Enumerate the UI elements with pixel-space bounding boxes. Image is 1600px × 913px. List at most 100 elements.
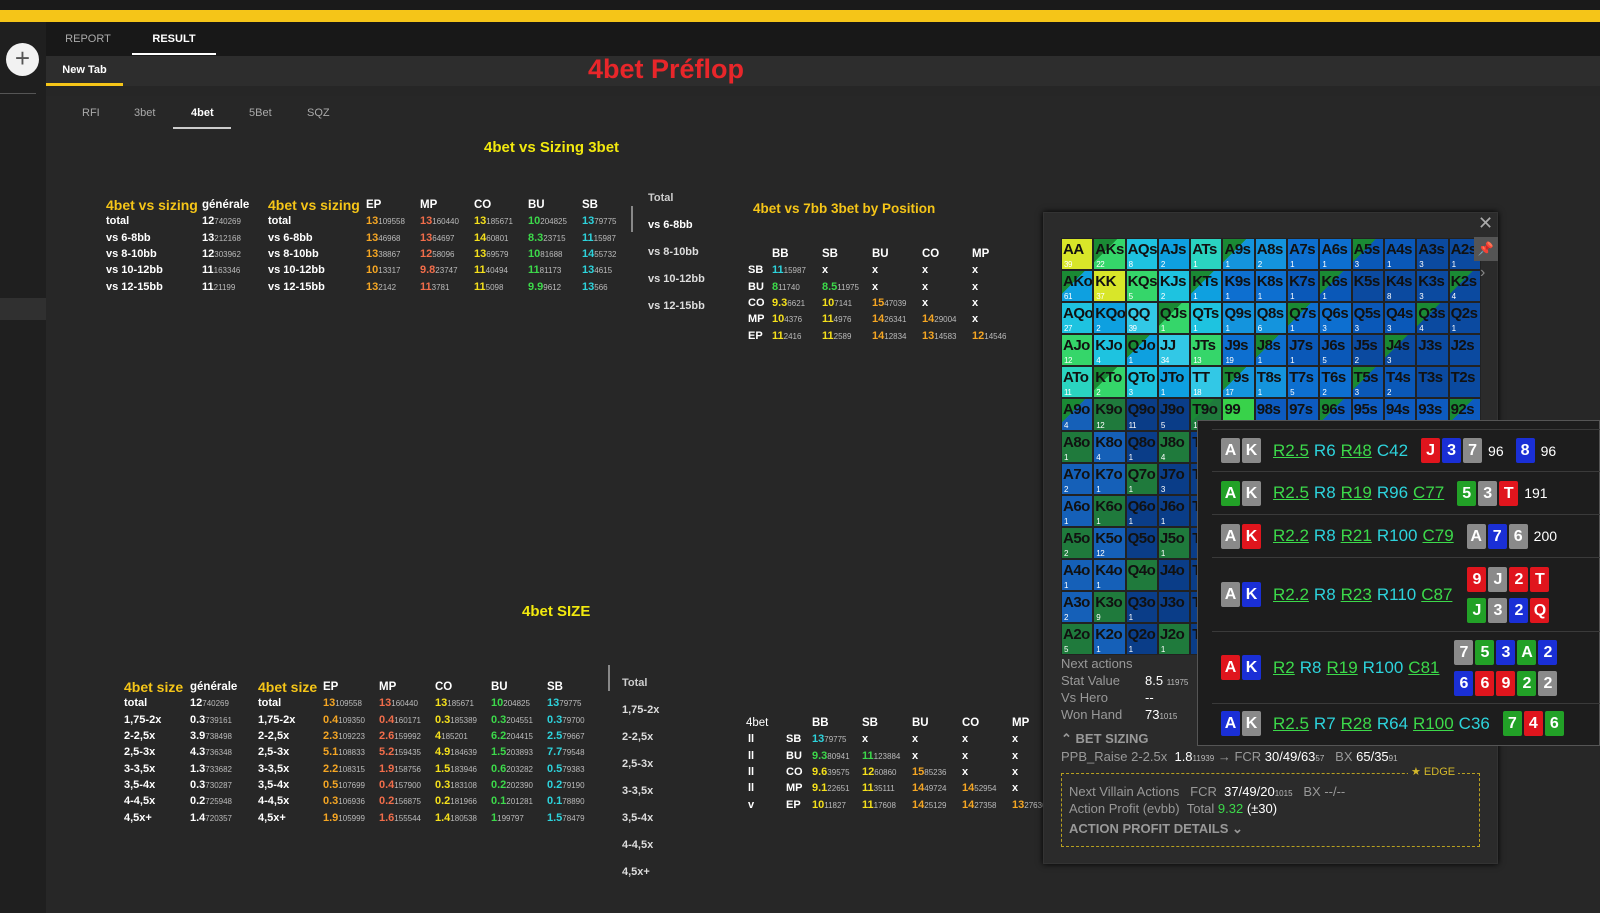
total-item[interactable]: 2-2,5x [622, 724, 674, 751]
range-cell[interactable]: J8o 4 [1157, 430, 1191, 463]
range-cell[interactable]: Q4s 3 [1383, 302, 1417, 335]
chevron-right-icon[interactable]: › [1480, 264, 1485, 282]
range-cell[interactable]: A9o 4 [1061, 398, 1094, 431]
range-cell[interactable]: T7s 5 [1287, 366, 1320, 399]
history-row[interactable]: A K R2.5 R8 R19 R96 C77 5 3 T 191 [1212, 471, 1600, 514]
range-cell[interactable]: K6o 1 [1093, 494, 1126, 527]
subtab-rfi[interactable]: RFI [82, 107, 100, 119]
action-profit-details-toggle[interactable]: ACTION PROFIT DETAILS ⌄ [1069, 821, 1243, 837]
range-cell[interactable]: Q5o [1125, 526, 1158, 559]
range-cell[interactable]: AJo 12 [1061, 334, 1094, 367]
subtab-5bet[interactable]: 5Bet [249, 107, 272, 119]
range-cell[interactable]: A5s 3 [1351, 238, 1384, 271]
range-cell[interactable]: J4o [1157, 558, 1191, 592]
range-cell[interactable]: K4o 1 [1093, 558, 1126, 592]
range-cell[interactable]: A3o 2 [1061, 591, 1094, 624]
range-cell[interactable]: J5o 1 [1157, 526, 1191, 559]
range-cell[interactable]: KTs 1 [1190, 270, 1223, 303]
total-item[interactable]: vs 10-12bb [648, 266, 708, 293]
range-cell[interactable]: K3s 3 [1416, 270, 1449, 303]
history-row[interactable]: A K R2.2 R8 R21 R100 C79 A 7 6 200 [1212, 514, 1600, 557]
range-cell[interactable]: J9o 5 [1157, 398, 1191, 431]
range-cell[interactable]: Q5s 3 [1351, 302, 1384, 335]
range-cell[interactable]: JTs 13 [1190, 334, 1223, 367]
range-cell[interactable]: JJ 34 [1157, 334, 1191, 367]
range-cell[interactable]: ATs 1 [1190, 238, 1223, 271]
range-cell[interactable]: AKo 61 [1061, 270, 1094, 303]
range-cell[interactable]: Q7o 1 [1125, 462, 1158, 495]
tab-report[interactable]: REPORT [60, 22, 116, 56]
range-cell[interactable]: AKs 22 [1093, 238, 1126, 271]
range-cell[interactable]: QQ 39 [1125, 302, 1158, 335]
close-icon[interactable]: ✕ [1478, 213, 1493, 234]
range-cell[interactable]: AA 39 [1061, 238, 1094, 271]
range-cell[interactable]: K7o 1 [1093, 462, 1126, 495]
range-cell[interactable]: K3o 9 [1093, 591, 1126, 624]
range-cell[interactable]: J7s 1 [1287, 334, 1320, 367]
range-cell[interactable]: QTo 3 [1125, 366, 1158, 399]
range-cell[interactable]: AQs 8 [1125, 238, 1158, 271]
range-cell[interactable]: ATo 11 [1061, 366, 1094, 399]
range-cell[interactable]: K4s 8 [1383, 270, 1417, 303]
range-cell[interactable]: Q3o 1 [1125, 591, 1158, 624]
range-cell[interactable]: J4s 3 [1383, 334, 1417, 367]
range-cell[interactable]: A5o 2 [1061, 526, 1094, 559]
range-cell[interactable]: T2s [1448, 366, 1481, 399]
range-cell[interactable]: K6s 1 [1319, 270, 1352, 303]
range-cell[interactable]: J8s 1 [1254, 334, 1288, 367]
subtab-4bet[interactable]: 4bet [191, 107, 214, 119]
subtab-sqz[interactable]: SQZ [307, 107, 330, 119]
range-cell[interactable]: T5s 3 [1351, 366, 1384, 399]
range-cell[interactable]: KJs 2 [1157, 270, 1191, 303]
range-cell[interactable]: Q9s 1 [1222, 302, 1255, 335]
range-cell[interactable]: J3s [1416, 334, 1449, 367]
range-cell[interactable]: Q8s 6 [1254, 302, 1288, 335]
subtab-3bet[interactable]: 3bet [134, 107, 155, 119]
total-item[interactable]: 2,5-3x [622, 751, 674, 778]
range-cell[interactable]: KK 37 [1093, 270, 1126, 303]
range-cell[interactable]: A8s 2 [1254, 238, 1288, 271]
range-cell[interactable]: QTs 1 [1190, 302, 1223, 335]
range-cell[interactable]: K2o 1 [1093, 623, 1126, 656]
range-cell[interactable]: Q8o 1 [1125, 430, 1158, 463]
range-cell[interactable]: T3s [1416, 366, 1449, 399]
range-cell[interactable]: AQo 27 [1061, 302, 1094, 335]
range-cell[interactable]: A6s 1 [1319, 238, 1352, 271]
range-cell[interactable]: A7o 2 [1061, 462, 1094, 495]
range-cell[interactable]: K2s 4 [1448, 270, 1481, 303]
range-cell[interactable]: Q7s 1 [1287, 302, 1320, 335]
range-cell[interactable]: J2s [1448, 334, 1481, 367]
total-item[interactable]: 1,75-2x [622, 697, 674, 724]
range-cell[interactable]: Q6o 1 [1125, 494, 1158, 527]
range-cell[interactable]: Q2s 1 [1448, 302, 1481, 335]
tab-result[interactable]: RESULT [132, 22, 216, 56]
range-cell[interactable]: QJo 1 [1125, 334, 1158, 367]
range-cell[interactable]: Q9o 11 [1125, 398, 1158, 431]
range-cell[interactable]: QJs 1 [1157, 302, 1191, 335]
range-cell[interactable]: AJs 2 [1157, 238, 1191, 271]
range-cell[interactable]: A4o 1 [1061, 558, 1094, 592]
range-cell[interactable]: KQo 2 [1093, 302, 1126, 335]
range-cell[interactable]: J6o 1 [1157, 494, 1191, 527]
range-cell[interactable]: A4s 1 [1383, 238, 1417, 271]
range-cell[interactable]: K5s [1351, 270, 1384, 303]
range-cell[interactable]: Q6s 3 [1319, 302, 1352, 335]
range-cell[interactable]: Q4o [1125, 558, 1158, 592]
bet-sizing-toggle[interactable]: ⌃ BET SIZING [1061, 731, 1148, 747]
range-cell[interactable]: K8o 4 [1093, 430, 1126, 463]
range-cell[interactable]: J5s 2 [1351, 334, 1384, 367]
tab-new-tab[interactable]: New Tab [46, 56, 123, 86]
history-row[interactable]: A K R2.5 R6 R48 C42 J 3 7 96 8 96 [1212, 429, 1600, 471]
add-tab-button[interactable]: + [6, 43, 39, 76]
range-cell[interactable]: KJo 4 [1093, 334, 1126, 367]
range-cell[interactable]: T8s 1 [1254, 366, 1288, 399]
total-item[interactable]: vs 6-8bb [648, 212, 708, 239]
rail-item[interactable] [0, 298, 46, 320]
range-cell[interactable]: J9s 19 [1222, 334, 1255, 367]
range-cell[interactable]: K7s 1 [1287, 270, 1320, 303]
range-cell[interactable]: K8s 1 [1254, 270, 1288, 303]
history-row[interactable]: A K R2.5 R7 R28 R64 R100 C36 7 4 6 [1212, 703, 1600, 743]
range-cell[interactable]: KTo 2 [1093, 366, 1126, 399]
pin-icon[interactable]: 📌 [1474, 237, 1498, 261]
history-row[interactable]: A K R2.2 R8 R23 R110 C87 9 J 2 T J 3 2 Q [1212, 557, 1600, 631]
